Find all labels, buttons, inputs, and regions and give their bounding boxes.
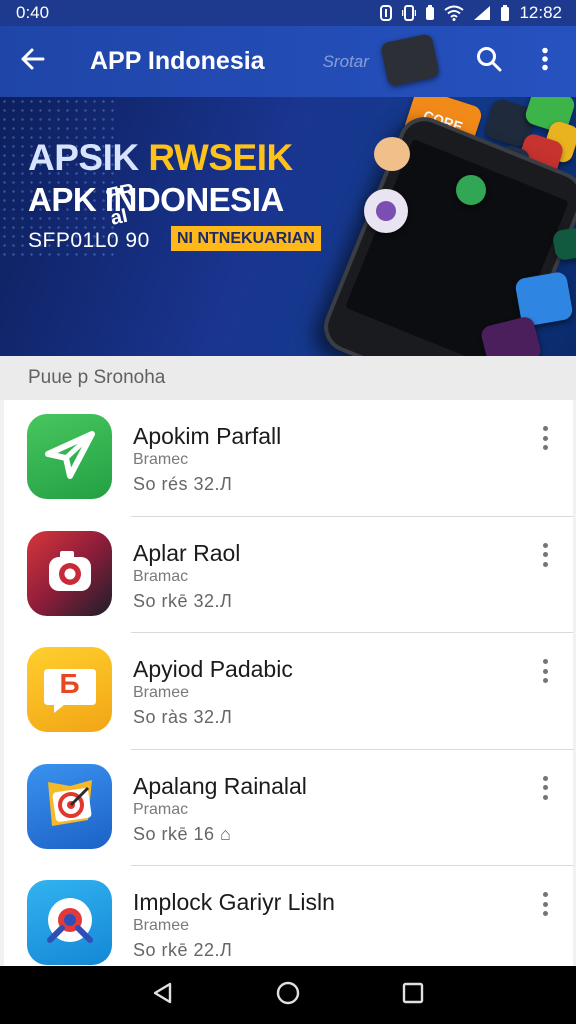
status-time-left: 0:40 <box>16 3 50 22</box>
app-name: Apalang Rainalal <box>133 772 307 799</box>
item-more-button[interactable] <box>533 541 557 569</box>
more-vert-icon <box>541 47 549 76</box>
battery-icon <box>500 4 510 22</box>
back-button[interactable] <box>0 26 64 97</box>
phone-logo: ЯR aI <box>103 179 137 230</box>
circle-home-icon <box>275 980 301 1011</box>
banner-tag: NI NTNEKUARIAN <box>171 226 321 251</box>
paper-plane-icon <box>40 424 100 489</box>
status-time-right: 12:82 <box>519 3 562 22</box>
arrow-back-icon <box>19 46 45 77</box>
app-name: Apyiod Padabic <box>133 656 293 682</box>
list-item[interactable]: Apalang Rainalal Pramac So rkē 16 ⌂ <box>4 750 573 866</box>
app-meta: So rkē 22.Л <box>133 940 233 960</box>
app-bar: APP Indonesia Srotar <box>0 26 576 97</box>
chat-bubble-glyph: Б <box>59 667 80 699</box>
nav-recents-button[interactable] <box>388 970 438 1020</box>
overflow-menu-button[interactable] <box>522 39 568 85</box>
app-developer: Bramee <box>133 684 190 701</box>
nav-home-button[interactable] <box>263 970 313 1020</box>
app-meta: So ràs 32.Л <box>133 707 233 727</box>
app-icon <box>27 530 112 616</box>
app-developer: Bramec <box>133 451 189 468</box>
app-developer: Bramee <box>133 917 190 934</box>
camera-icon <box>40 541 100 606</box>
item-more-button[interactable] <box>533 657 557 685</box>
banner-headline: APSIK RWSEIK <box>28 137 293 179</box>
banner-tile-purple-inner <box>376 201 396 221</box>
list-item[interactable]: Б Apyiod Padabic Bramee So ràs 32.Л <box>4 633 573 750</box>
app-meta: So rkē 32.Л <box>133 590 233 611</box>
chat-bubble-icon: Б <box>42 665 98 715</box>
list-item[interactable]: Aplar Raol Bramac So rkē 32.Л <box>4 517 573 633</box>
item-more-button[interactable] <box>533 890 557 918</box>
app-icon <box>27 414 112 499</box>
nav-back-button[interactable] <box>138 970 188 1020</box>
app-meta: So rés 32.Л <box>133 474 233 494</box>
signal-icon <box>473 5 491 21</box>
item-more-button[interactable] <box>533 774 557 802</box>
banner-code: SFP01L0 90 <box>28 229 150 252</box>
list-item[interactable]: Apokim Parfall Bramec So rés 32.Л <box>4 400 573 517</box>
page-title: APP Indonesia <box>90 47 265 75</box>
status-bar: 0:40 12:82 <box>0 0 576 26</box>
app-name: Implock Gariyr Lisln <box>133 889 335 915</box>
square-recents-icon <box>402 982 424 1009</box>
banner-headline-word2: RWSEIK <box>148 137 293 178</box>
target-icon <box>38 774 102 839</box>
vibrate-icon <box>402 5 417 21</box>
app-icon: Б <box>27 647 112 732</box>
banner-tile-green-small <box>456 175 486 205</box>
app-developer: Bramac <box>133 567 189 585</box>
device-thumbnail <box>379 33 441 87</box>
banner-headline-word1: APSIK <box>28 137 139 178</box>
app-developer: Pramac <box>133 800 189 818</box>
sync-icon <box>379 5 393 21</box>
app-icon <box>27 880 112 965</box>
list-item[interactable]: Implock Gariyr Lisln Bramee So rkē 22.Л <box>4 866 573 966</box>
search-hint: Srotar <box>322 51 369 71</box>
search-button[interactable] <box>466 39 512 85</box>
app-meta: So rkē 16 ⌂ <box>133 823 232 844</box>
search-icon <box>476 46 502 77</box>
wifi-icon <box>444 5 465 21</box>
app-name: Aplar Raol <box>133 539 241 566</box>
triangle-back-icon <box>151 981 175 1010</box>
app-icon <box>27 763 112 849</box>
banner-emoji-bubble <box>374 137 410 171</box>
promo-banner[interactable]: APSIK RWSEIK APK INDONESIA SFP01L0 90 NI… <box>0 97 576 356</box>
crosshair-icon <box>38 888 102 957</box>
item-more-button[interactable] <box>533 424 557 452</box>
section-header: Puue p Sronoha <box>0 356 576 400</box>
app-list: Apokim Parfall Bramec So rés 32.Л Aplar … <box>4 400 573 966</box>
app-name: Apokim Parfall <box>133 423 282 449</box>
system-nav-bar <box>0 966 576 1024</box>
battery-saver-icon <box>425 5 435 21</box>
